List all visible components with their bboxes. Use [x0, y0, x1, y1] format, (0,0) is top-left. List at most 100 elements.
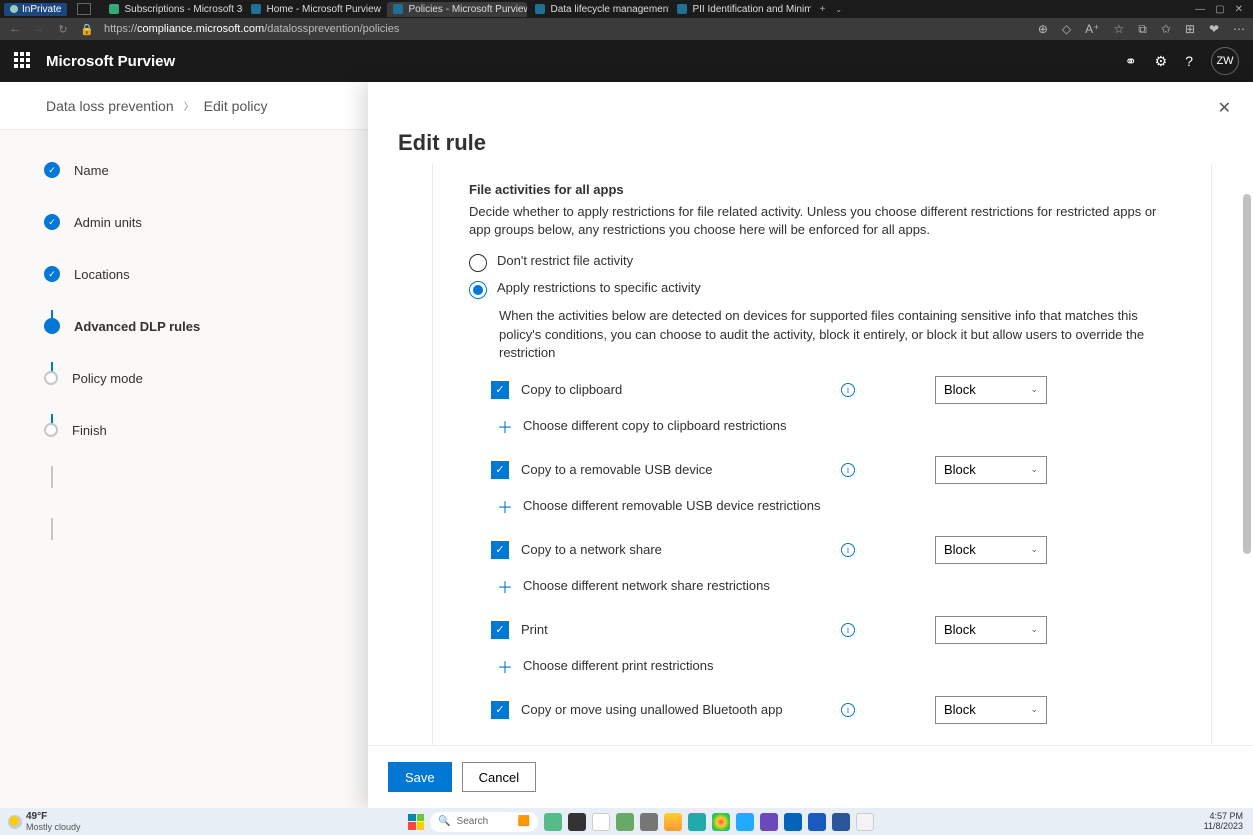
scrollbar[interactable]: [1239, 164, 1253, 745]
favorite-icon[interactable]: ☆: [1113, 22, 1124, 37]
app-launcher-icon[interactable]: [14, 52, 32, 70]
edit-rule-panel: ✕ Edit rule File activities for all apps…: [368, 82, 1253, 808]
checkbox[interactable]: ✓: [491, 461, 509, 479]
checkbox[interactable]: ✓: [491, 381, 509, 399]
checkbox[interactable]: ✓: [491, 701, 509, 719]
extensions-icon[interactable]: ❤: [1209, 22, 1219, 37]
favorites-bar-icon[interactable]: ✩: [1161, 22, 1171, 37]
browser-tab[interactable]: PII Identification and Minimizati…✕: [671, 2, 811, 17]
activity-bluetooth: ✓ Copy or move using unallowed Bluetooth…: [491, 696, 1175, 724]
radio-apply-restrictions[interactable]: Apply restrictions to specific activity: [469, 280, 1175, 299]
zoom-icon[interactable]: ⊕: [1038, 22, 1048, 37]
back-button[interactable]: ←: [8, 23, 22, 35]
taskbar-app-icon[interactable]: [736, 813, 754, 831]
action-dropdown[interactable]: Block⌄: [935, 456, 1047, 484]
search-icon: 🔍: [438, 816, 450, 827]
browser-tab[interactable]: Data lifecycle management - Mi…✕: [529, 2, 669, 17]
taskbar-app-icon[interactable]: [592, 813, 610, 831]
step-advanced-dlp-rules[interactable]: Advanced DLP rules: [44, 310, 368, 342]
read-aloud-icon[interactable]: A⁺: [1085, 22, 1099, 37]
chevron-down-icon: ⌄: [1030, 704, 1038, 715]
diagnostics-icon[interactable]: ⚭: [1125, 53, 1137, 70]
taskbar: 49°FMostly cloudy 🔍Search🟧 4:57 PM11/8/2…: [0, 808, 1253, 835]
step-locations[interactable]: ✓Locations: [44, 258, 368, 290]
choose-network-restrictions[interactable]: ＋Choose different network share restrict…: [497, 574, 1175, 598]
maximize-button[interactable]: ▢: [1215, 4, 1224, 15]
panel-footer: Save Cancel: [368, 745, 1253, 808]
weather-widget[interactable]: 49°FMostly cloudy: [0, 811, 89, 832]
lock-icon[interactable]: 🔒: [80, 23, 94, 36]
more-icon[interactable]: ⋯: [1233, 22, 1245, 37]
refresh-button[interactable]: ↻: [56, 23, 70, 36]
action-dropdown[interactable]: Block⌄: [935, 376, 1047, 404]
chevron-down-icon: ⌄: [1030, 464, 1038, 475]
info-icon[interactable]: i: [841, 383, 855, 397]
tab-chevron-icon[interactable]: ⌄: [833, 5, 844, 14]
close-panel-button[interactable]: ✕: [1218, 98, 1231, 118]
cancel-button[interactable]: Cancel: [462, 762, 536, 792]
action-dropdown[interactable]: Block⌄: [935, 616, 1047, 644]
browser-tab[interactable]: Home - Microsoft Purview✕: [245, 2, 385, 17]
choose-print-restrictions[interactable]: ＋Choose different print restrictions: [497, 654, 1175, 678]
taskbar-app-icon[interactable]: [664, 813, 682, 831]
wizard-steps: ✓Name ✓Admin units ✓Locations Advanced D…: [0, 130, 368, 446]
taskbar-app-icon[interactable]: [616, 813, 634, 831]
step-finish[interactable]: Finish: [44, 414, 368, 446]
action-dropdown[interactable]: Block⌄: [935, 536, 1047, 564]
app-header: Microsoft Purview ⚭ ⚙ ? ZW: [0, 40, 1253, 82]
info-icon[interactable]: i: [841, 623, 855, 637]
checkbox[interactable]: ✓: [491, 541, 509, 559]
collections-icon[interactable]: ⊞: [1185, 22, 1195, 37]
tab-actions-icon[interactable]: [77, 3, 91, 15]
new-tab-button[interactable]: +: [813, 4, 831, 15]
info-icon[interactable]: i: [841, 463, 855, 477]
chevron-right-icon: 〉: [184, 98, 194, 113]
plus-icon: ＋: [497, 494, 513, 518]
avatar[interactable]: ZW: [1211, 47, 1239, 75]
activity-copy-network: ✓ Copy to a network share i Block⌄: [491, 536, 1175, 564]
checkbox[interactable]: ✓: [491, 621, 509, 639]
taskbar-app-icon[interactable]: [712, 813, 730, 831]
url-field[interactable]: https://compliance.microsoft.com/datalos…: [104, 23, 1028, 35]
radio-icon[interactable]: [469, 254, 487, 272]
split-icon[interactable]: ⧉: [1138, 22, 1147, 37]
choose-clipboard-restrictions[interactable]: ＋Choose different copy to clipboard rest…: [497, 414, 1175, 438]
taskbar-search[interactable]: 🔍Search🟧: [430, 812, 538, 832]
close-window-button[interactable]: ✕: [1235, 4, 1243, 15]
browser-tab[interactable]: Policies - Microsoft Purview✕: [387, 2, 527, 17]
radio-icon[interactable]: [469, 281, 487, 299]
taskbar-app-icon[interactable]: [544, 813, 562, 831]
info-icon[interactable]: i: [841, 543, 855, 557]
taskbar-app-icon[interactable]: [832, 813, 850, 831]
step-policy-mode[interactable]: Policy mode: [44, 362, 368, 394]
taskbar-app-icon[interactable]: [568, 813, 586, 831]
choose-usb-restrictions[interactable]: ＋Choose different removable USB device r…: [497, 494, 1175, 518]
taskbar-app-icon[interactable]: [688, 813, 706, 831]
browser-tab[interactable]: Subscriptions - Microsoft 365 ad…✕: [103, 2, 243, 17]
settings-icon[interactable]: ⚙: [1155, 53, 1168, 70]
browser-tabs: Subscriptions - Microsoft 365 ad…✕ Home …: [97, 2, 1185, 17]
taskbar-app-icon[interactable]: [784, 813, 802, 831]
plus-icon: ＋: [497, 414, 513, 438]
system-clock[interactable]: 4:57 PM11/8/2023: [1194, 812, 1253, 832]
browser-titlebar: InPrivate Subscriptions - Microsoft 365 …: [0, 0, 1253, 18]
step-name[interactable]: ✓Name: [44, 154, 368, 186]
minimize-button[interactable]: —: [1195, 4, 1205, 15]
radio-description: When the activities below are detected o…: [499, 307, 1175, 362]
help-icon[interactable]: ?: [1185, 53, 1193, 69]
taskbar-app-icon[interactable]: [760, 813, 778, 831]
breadcrumb-root[interactable]: Data loss prevention: [46, 98, 174, 114]
activity-copy-clipboard: ✓ Copy to clipboard i Block⌄: [491, 376, 1175, 404]
step-admin-units[interactable]: ✓Admin units: [44, 206, 368, 238]
action-dropdown[interactable]: Block⌄: [935, 696, 1047, 724]
radio-dont-restrict[interactable]: Don't restrict file activity: [469, 253, 1175, 272]
taskbar-app-icon[interactable]: [808, 813, 826, 831]
save-button[interactable]: Save: [388, 762, 452, 792]
shopping-icon[interactable]: ◇: [1062, 22, 1071, 37]
start-button[interactable]: [408, 814, 424, 830]
info-icon[interactable]: i: [841, 703, 855, 717]
section-description: Decide whether to apply restrictions for…: [469, 203, 1175, 239]
taskbar-app-icon[interactable]: [640, 813, 658, 831]
taskbar-app-icon[interactable]: [856, 813, 874, 831]
chevron-down-icon: ⌄: [1030, 624, 1038, 635]
